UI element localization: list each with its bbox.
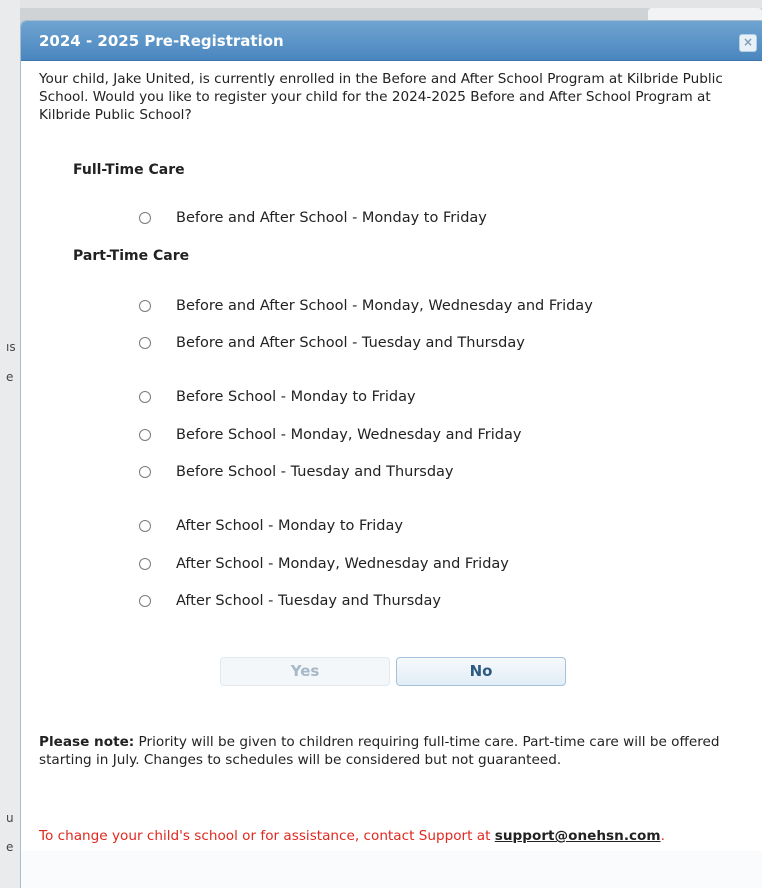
option-label: Before School - Monday to Friday: [176, 389, 416, 405]
support-message: To change your child's school or for ass…: [39, 827, 751, 845]
close-button[interactable]: ×: [739, 34, 757, 52]
support-period: .: [660, 828, 665, 844]
no-button[interactable]: No: [396, 657, 566, 686]
option-label: Before and After School - Tuesday and Th…: [176, 335, 525, 351]
dialog-titlebar: 2024 - 2025 Pre-Registration ×: [21, 21, 762, 61]
note-text: Priority will be given to children requi…: [39, 734, 720, 768]
option-after-mon-wed-fri[interactable]: After School - Monday, Wednesday and Fri…: [139, 553, 509, 575]
dialog-title: 2024 - 2025 Pre-Registration: [39, 32, 284, 50]
close-icon: ×: [742, 35, 754, 49]
screen: ıs e u e 2024 - 2025 Pre-Registration × …: [0, 0, 762, 888]
background-tab: [648, 8, 762, 20]
background-text-fragment: e: [6, 370, 14, 384]
radio-button[interactable]: [139, 429, 151, 441]
pre-registration-dialog: 2024 - 2025 Pre-Registration × Your chil…: [20, 20, 762, 888]
option-before-tue-thu[interactable]: Before School - Tuesday and Thursday: [139, 461, 454, 483]
dialog-footer-area: [21, 851, 762, 888]
option-after-mon-fri[interactable]: After School - Monday to Friday: [139, 515, 403, 537]
part-time-care-heading: Part-Time Care: [73, 248, 190, 264]
background-page: ıs e u e: [0, 0, 20, 888]
full-time-care-heading: Full-Time Care: [73, 162, 185, 178]
option-label: Before and After School - Monday, Wednes…: [176, 298, 593, 314]
option-label: Before School - Monday, Wednesday and Fr…: [176, 427, 522, 443]
option-after-tue-thu[interactable]: After School - Tuesday and Thursday: [139, 590, 441, 612]
radio-button[interactable]: [139, 391, 151, 403]
radio-button[interactable]: [139, 337, 151, 349]
option-label: Before and After School - Monday to Frid…: [176, 210, 487, 226]
background-text-fragment: ıs: [6, 340, 16, 354]
radio-button[interactable]: [139, 300, 151, 312]
yes-button[interactable]: Yes: [220, 657, 390, 686]
support-text: To change your child's school or for ass…: [39, 828, 491, 844]
option-before-mon-wed-fri[interactable]: Before School - Monday, Wednesday and Fr…: [139, 424, 521, 446]
option-before-after-tue-thu[interactable]: Before and After School - Tuesday and Th…: [139, 332, 525, 354]
option-full-time-before-after-mon-fri[interactable]: Before and After School - Monday to Frid…: [139, 207, 487, 229]
note-label: Please note:: [39, 734, 135, 750]
option-label: After School - Monday to Friday: [176, 518, 403, 534]
background-text-fragment: u: [6, 811, 14, 825]
priority-note: Please note: Priority will be given to c…: [39, 733, 751, 769]
radio-button[interactable]: [139, 558, 151, 570]
option-label: After School - Monday, Wednesday and Fri…: [176, 556, 509, 572]
background-text-fragment: e: [6, 840, 14, 854]
option-before-after-mon-wed-fri[interactable]: Before and After School - Monday, Wednes…: [139, 295, 593, 317]
radio-button[interactable]: [139, 595, 151, 607]
background-top-bar: [0, 0, 762, 8]
support-email-link[interactable]: support@onehsn.com: [495, 828, 661, 844]
option-before-mon-fri[interactable]: Before School - Monday to Friday: [139, 386, 416, 408]
radio-button[interactable]: [139, 466, 151, 478]
intro-text: Your child, Jake United, is currently en…: [39, 71, 723, 123]
radio-button[interactable]: [139, 520, 151, 532]
option-label: Before School - Tuesday and Thursday: [176, 464, 454, 480]
option-label: After School - Tuesday and Thursday: [176, 593, 441, 609]
radio-button[interactable]: [139, 212, 151, 224]
